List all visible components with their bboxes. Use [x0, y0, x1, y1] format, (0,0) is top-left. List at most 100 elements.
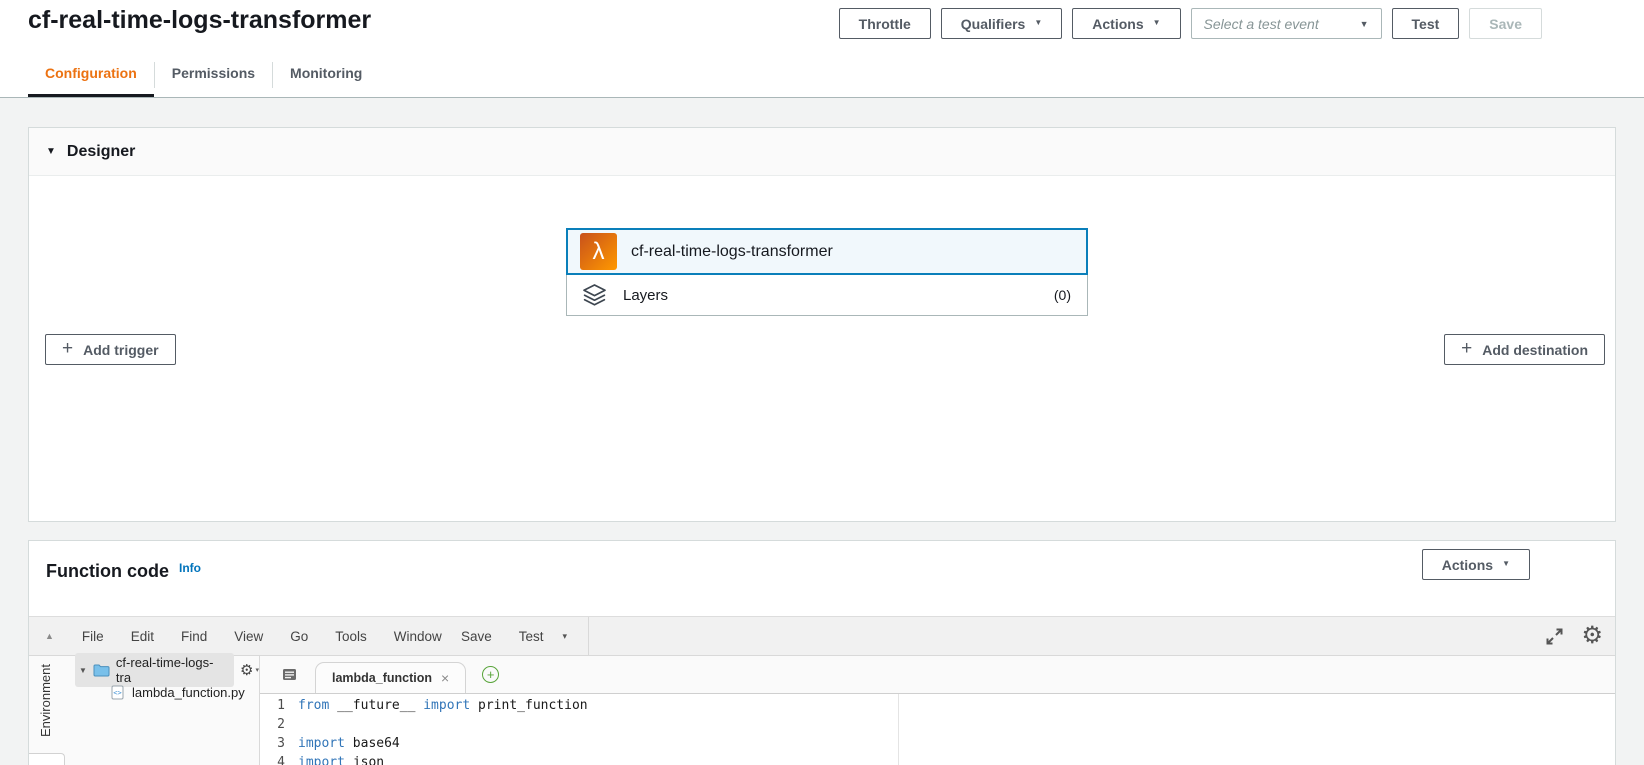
chevron-down-icon[interactable]: ▾	[563, 631, 568, 642]
svg-text:<>: <>	[113, 689, 121, 697]
code-actions-button[interactable]: Actions ▼	[1421, 549, 1530, 580]
test-label: Test	[1411, 15, 1440, 32]
line-text: import base64	[298, 736, 400, 751]
chevron-down-icon: ▼	[1034, 18, 1043, 27]
gear-icon: ⚙	[240, 661, 254, 679]
function-code-panel: Function code Info Actions ▼ ▲ File Edit F…	[28, 540, 1616, 765]
new-tab-button[interactable]: +	[482, 666, 500, 683]
editor-menus: File Edit Find View Go Tools Window	[82, 629, 442, 644]
folder-icon	[93, 664, 110, 677]
function-card-name: cf-real-time-logs-transformer	[631, 242, 833, 260]
menu-item-edit[interactable]: Edit	[131, 629, 154, 644]
editor-menu-icons: ⚙	[1545, 617, 1603, 655]
layers-row[interactable]: Layers (0)	[566, 275, 1088, 316]
bottom-left-panel-edge	[29, 753, 65, 765]
add-trigger-button[interactable]: + Add trigger	[45, 334, 176, 365]
layers-icon	[581, 283, 608, 307]
menu-separator	[588, 617, 590, 655]
tree-folder-row[interactable]: ▼ cf-real-time-logs-tra ⚙ ▾	[63, 653, 259, 687]
save-label: Save	[1489, 15, 1522, 32]
editor-tab-lambda-function[interactable]: lambda_function ×	[315, 662, 467, 693]
editor-menu-bar: ▲ File Edit Find View Go Tools Window Save Tes…	[29, 616, 1615, 656]
add-destination-label: Add destination	[1482, 341, 1588, 358]
fullscreen-icon[interactable]	[1545, 627, 1564, 646]
tab-permissions[interactable]: Permissions	[155, 52, 272, 97]
function-card-main[interactable]: λ cf-real-time-logs-transformer	[566, 228, 1088, 275]
editor-menu-right: Save Test ▾	[461, 617, 590, 655]
tree-file-label: lambda_function.py	[132, 685, 245, 700]
tab-configuration[interactable]: Configuration	[28, 52, 154, 97]
actions-button[interactable]: Actions ▼	[1072, 8, 1181, 39]
header-actions: Throttle Qualifiers ▼ Actions ▼ Select a…	[838, 8, 1542, 39]
editor-tab-strip: lambda_function × +	[260, 656, 1615, 694]
code-area[interactable]: 1 from __future__ import print_function 2 3…	[260, 694, 1615, 765]
tab-list-icon[interactable]	[282, 667, 297, 682]
menu-item-window[interactable]: Window	[394, 629, 442, 644]
lambda-icon: λ	[580, 233, 617, 270]
tree-folder-selection: ▼ cf-real-time-logs-tra	[75, 653, 235, 687]
environment-tab[interactable]: Environment	[38, 664, 53, 737]
designer-section-toggle[interactable]: ▼ Designer	[29, 128, 1615, 176]
menu-item-tools[interactable]: Tools	[335, 629, 367, 644]
editor-save-menu[interactable]: Save	[461, 629, 492, 644]
gear-icon[interactable]: ⚙	[1581, 624, 1603, 648]
info-link[interactable]: Info	[179, 561, 201, 575]
designer-panel: ▼ Designer λ cf-real-time-logs-transform…	[28, 127, 1616, 522]
add-destination-button[interactable]: + Add destination	[1444, 334, 1605, 365]
chevron-down-icon: ▼	[1502, 559, 1510, 568]
code-editor: lambda_function × + 1 from __future__ imp…	[260, 656, 1615, 765]
menu-item-find[interactable]: Find	[181, 629, 207, 644]
tab-monitoring-label: Monitoring	[290, 65, 363, 81]
code-line: 1 from __future__ import print_function	[260, 696, 1615, 715]
line-number: 2	[277, 717, 285, 732]
collapse-menubar-icon[interactable]: ▲	[45, 631, 54, 641]
function-code-header: Function code Info Actions ▼	[29, 541, 1615, 601]
editor-test-menu[interactable]: Test	[519, 629, 544, 644]
code-actions-label: Actions	[1441, 556, 1494, 573]
menu-item-file[interactable]: File	[82, 629, 104, 644]
plus-icon: +	[62, 337, 74, 359]
test-event-select[interactable]: Select a test event ▼	[1190, 8, 1382, 39]
save-button[interactable]: Save	[1469, 8, 1542, 39]
environment-strip: Environment	[29, 656, 63, 765]
throttle-button[interactable]: Throttle	[838, 8, 931, 39]
actions-label: Actions	[1092, 15, 1144, 32]
file-tree: ▼ cf-real-time-logs-tra ⚙ ▾ <> lambda_fu…	[63, 653, 259, 765]
print-margin-line	[898, 694, 899, 765]
line-text: import json	[298, 755, 385, 765]
qualifiers-label: Qualifiers	[960, 15, 1026, 32]
python-file-icon: <>	[111, 685, 124, 700]
line-number: 1	[277, 698, 285, 713]
tab-permissions-label: Permissions	[171, 65, 256, 81]
function-card: λ cf-real-time-logs-transformer Layers (…	[566, 228, 1088, 316]
line-number: 4	[277, 755, 285, 765]
close-icon[interactable]: ×	[441, 670, 449, 686]
tree-settings-button[interactable]: ⚙ ▾	[240, 663, 259, 678]
code-line: 2	[260, 715, 1615, 734]
lambda-console-page: cf-real-time-logs-transformer Throttle Q…	[0, 0, 1644, 765]
test-event-placeholder: Select a test event	[1203, 15, 1319, 32]
designer-title: Designer	[66, 142, 136, 160]
menu-item-view[interactable]: View	[234, 629, 263, 644]
designer-canvas: λ cf-real-time-logs-transformer Layers (…	[29, 176, 1615, 521]
code-line: 3 import base64	[260, 734, 1615, 753]
page-title: cf-real-time-logs-transformer	[28, 6, 372, 34]
tree-folder-label: cf-real-time-logs-tra	[115, 655, 214, 685]
tab-configuration-label: Configuration	[45, 65, 137, 81]
code-line: 4 import json	[260, 753, 1615, 765]
section-expand-icon: ▼	[46, 146, 56, 157]
test-button[interactable]: Test	[1391, 8, 1460, 39]
tab-monitoring[interactable]: Monitoring	[273, 52, 379, 97]
editor-tab-label: lambda_function	[332, 671, 433, 685]
tree-expand-icon[interactable]: ▼	[79, 666, 87, 675]
menu-item-go[interactable]: Go	[290, 629, 308, 644]
add-trigger-label: Add trigger	[83, 341, 159, 358]
qualifiers-button[interactable]: Qualifiers ▼	[940, 8, 1063, 39]
plus-icon: +	[1461, 337, 1473, 359]
main-tabs: Configuration Permissions Monitoring	[28, 52, 379, 97]
function-code-title: Function code	[46, 560, 169, 581]
chevron-down-icon: ▼	[1152, 18, 1161, 27]
layers-count: (0)	[1053, 287, 1071, 303]
chevron-down-icon: ▼	[1359, 18, 1369, 29]
layers-label: Layers	[623, 286, 669, 304]
